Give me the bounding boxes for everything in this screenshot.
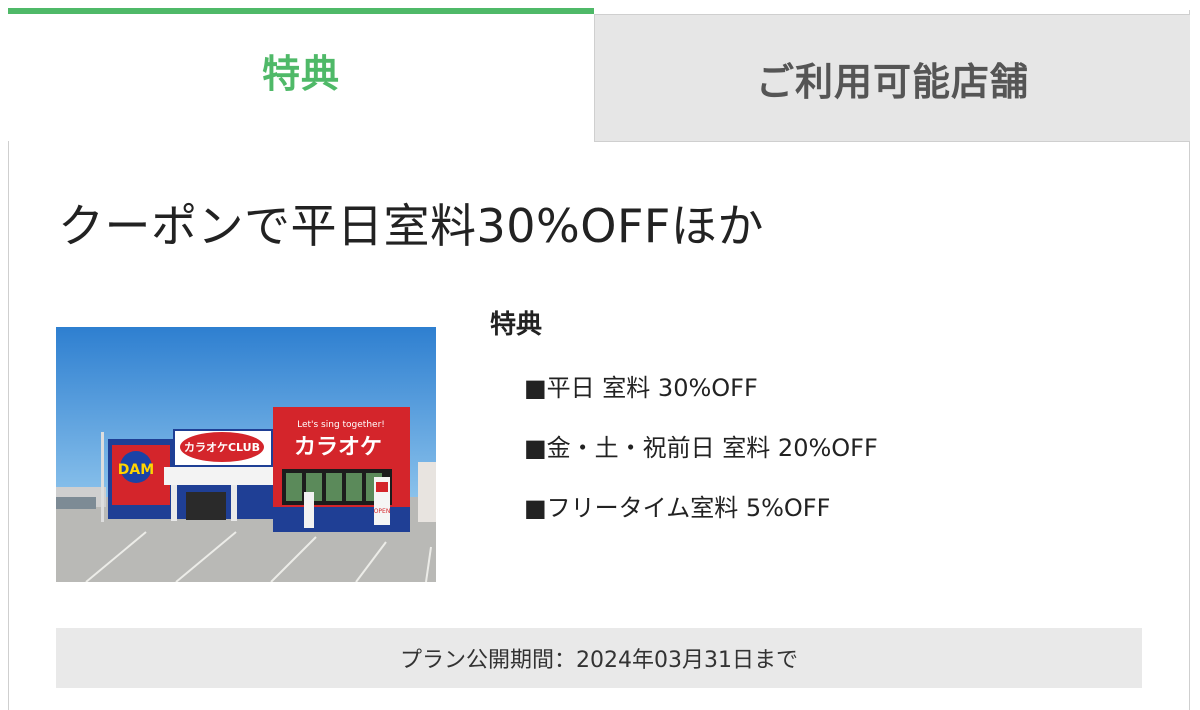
benefit-item: ■フリータイム室料 5%OFF xyxy=(524,494,831,522)
photo-karaoke-sign: カラオケ xyxy=(294,435,382,460)
photo-slogan-text: Let's sing together! xyxy=(297,420,385,430)
store-photo: DAM カラオケCLUB Let's sing together! カラオケ O… xyxy=(56,327,436,582)
tab-available-stores-label: ご利用可能店舗 xyxy=(755,59,1029,104)
benefit-item: ■金・土・祝前日 室料 20%OFF xyxy=(524,434,878,462)
tab-benefits[interactable]: 特典 xyxy=(8,8,594,141)
photo-club-text: カラオケCLUB xyxy=(184,441,260,454)
photo-open-text: OPEN xyxy=(374,508,391,515)
plan-period-banner: プラン公開期間：2024年03月31日まで xyxy=(56,628,1142,688)
tab-available-stores[interactable]: ご利用可能店舗 xyxy=(594,14,1190,142)
plan-headline: クーポンで平日室料30%OFFほか xyxy=(58,199,764,253)
plan-period-text: プラン公開期間：2024年03月31日まで xyxy=(400,648,798,673)
benefit-item: ■平日 室料 30%OFF xyxy=(524,374,758,402)
benefits-heading: 特典 xyxy=(490,310,543,340)
tab-benefits-label: 特典 xyxy=(261,52,340,96)
photo-dam-text: DAM xyxy=(118,462,154,478)
